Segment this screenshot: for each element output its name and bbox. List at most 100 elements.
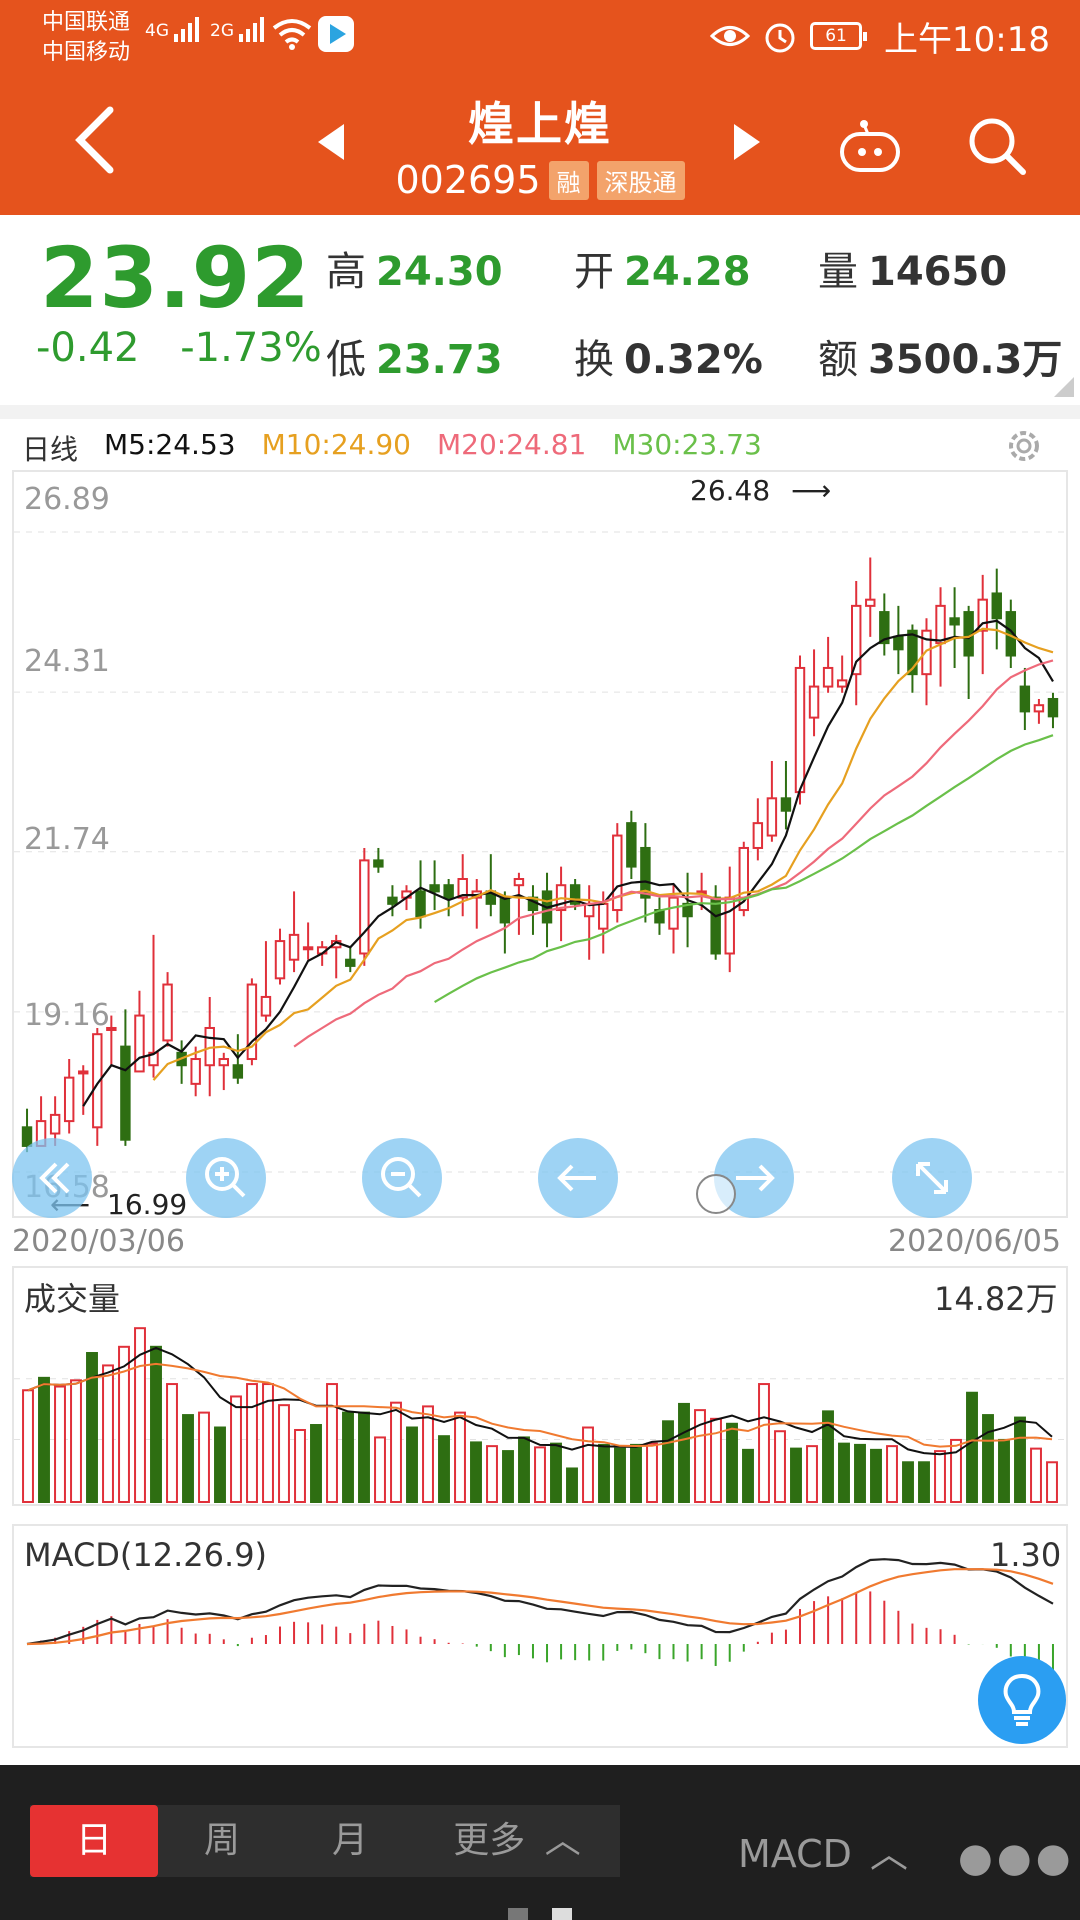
section-divider [0, 405, 1080, 419]
wifi-icon [272, 19, 312, 50]
candle-body [218, 1058, 229, 1067]
candle-body [78, 1070, 89, 1075]
volume-bar [326, 1383, 338, 1503]
volume-bar [214, 1426, 226, 1503]
fullscreen-button[interactable] [892, 1138, 972, 1218]
volume-bar [182, 1414, 194, 1504]
volume-bar [54, 1385, 66, 1503]
info-circle-icon[interactable] [696, 1174, 736, 1214]
expand-icon [916, 1162, 948, 1194]
candle-body [49, 1113, 61, 1135]
carrier2: 中国移动 [42, 40, 131, 65]
candle-body [780, 797, 792, 812]
candle-body [274, 940, 286, 980]
volume-bar [854, 1443, 866, 1503]
volume-bar [454, 1411, 466, 1503]
tab-month[interactable]: 月 [286, 1805, 414, 1877]
open-stat: 开 24.28 [574, 249, 751, 295]
ma20-line [293, 659, 1054, 1048]
volume-bar [278, 1404, 290, 1503]
kline-chart[interactable] [14, 472, 1066, 1216]
clock: 上午10:18 [884, 19, 1050, 60]
battery-indicator: 61 [810, 22, 868, 50]
y-tick-label: 24.31 [24, 644, 110, 679]
volume-max: 14.82万 [934, 1280, 1058, 1318]
gear-icon[interactable] [1002, 424, 1046, 468]
volume-bar [790, 1447, 802, 1503]
y-tick-label: 26.89 [24, 482, 110, 517]
eye-icon [710, 26, 751, 46]
volume-bar [1014, 1416, 1026, 1503]
ma10-label: M10:24.90 [261, 428, 411, 461]
volume-bar [582, 1426, 594, 1503]
volume-bar [150, 1345, 162, 1503]
more-menu-icon[interactable]: ●●● [958, 1835, 1075, 1881]
volume-bar [406, 1426, 418, 1503]
candle-body [387, 896, 398, 905]
volume-bar [310, 1424, 322, 1504]
y-tick-label: 19.16 [24, 998, 110, 1033]
alarm-icon [765, 23, 795, 53]
search-icon[interactable] [965, 114, 1029, 178]
ma10-line [152, 627, 1054, 1081]
candle-body [513, 878, 525, 887]
volume-chart[interactable] [14, 1268, 1066, 1504]
idea-button[interactable] [978, 1656, 1066, 1744]
volume-ma5-line [27, 1346, 1053, 1456]
candle-body [724, 896, 735, 955]
candle-body [1047, 697, 1059, 718]
ma30-label: M30:23.73 [612, 428, 762, 461]
volume-bar [438, 1435, 450, 1504]
price-change: -0.42 -1.73% [36, 325, 322, 371]
high-stat: 高 24.30 [326, 249, 503, 295]
volume-bar [886, 1445, 898, 1503]
arrow-right-icon: ⟶ [791, 474, 832, 507]
y-tick-label: 21.74 [24, 822, 110, 857]
scroll-left-button[interactable] [538, 1138, 618, 1218]
zoom-out-icon [381, 1157, 422, 1198]
candle-body [1033, 704, 1045, 713]
tab-more[interactable]: 更多 ︿ [414, 1805, 620, 1877]
next-stock-button[interactable] [734, 124, 760, 160]
zoom-in-button[interactable] [186, 1138, 266, 1218]
candle-body [260, 995, 272, 1017]
robot-assistant-icon[interactable] [838, 118, 902, 174]
max-price-label: 26.48 ⟶ [690, 474, 832, 507]
volume-bar [534, 1446, 546, 1504]
volume-bar [774, 1430, 786, 1504]
volume-bar [678, 1402, 690, 1504]
candle-body [794, 666, 806, 794]
candle-body [598, 902, 609, 930]
stock-header: 中国联通 中国移动 4G 2G 61 上午10:18 煌上煌 002695 融 … [0, 0, 1080, 215]
tab-day[interactable]: 日 [30, 1805, 158, 1877]
volume-chart-frame[interactable] [12, 1266, 1068, 1506]
volume-bar [102, 1364, 114, 1504]
zoom-out-button[interactable] [362, 1138, 442, 1218]
volume-bar [518, 1436, 530, 1503]
volume-bar [934, 1450, 946, 1503]
volume-bar [1030, 1447, 1042, 1503]
candle-body [373, 859, 384, 868]
rewind-button[interactable] [12, 1138, 92, 1218]
candle-body [935, 604, 946, 645]
volume-bar [758, 1383, 770, 1503]
volume-bar [470, 1441, 482, 1504]
candle-body [415, 890, 426, 918]
tab-week[interactable]: 周 [158, 1805, 286, 1877]
ma5-label: M5:24.53 [104, 428, 236, 461]
end-date: 2020/06/05 [888, 1224, 1061, 1259]
volume-bar [630, 1443, 642, 1503]
expand-corner-icon[interactable] [1054, 377, 1074, 397]
volume-bar [374, 1436, 386, 1503]
volume-ma10-line [27, 1362, 1053, 1448]
volume-bar [566, 1467, 578, 1504]
app-screen: 中国联通 中国移动 4G 2G 61 上午10:18 煌上煌 002695 融 … [0, 0, 1080, 1920]
ma-legend: 日线 M5:24.53 M10:24.90 M20:24.81 M30:23.7… [22, 428, 762, 468]
volume-bar [358, 1411, 370, 1503]
candle-body [359, 859, 370, 955]
volume-bar [86, 1352, 98, 1503]
indicator-selector[interactable]: MACD ︿ [738, 1823, 908, 1878]
candle-body [499, 896, 511, 924]
carrier-info: 中国联通 中国移动 [42, 8, 130, 68]
kline-chart-frame[interactable] [12, 470, 1068, 1218]
